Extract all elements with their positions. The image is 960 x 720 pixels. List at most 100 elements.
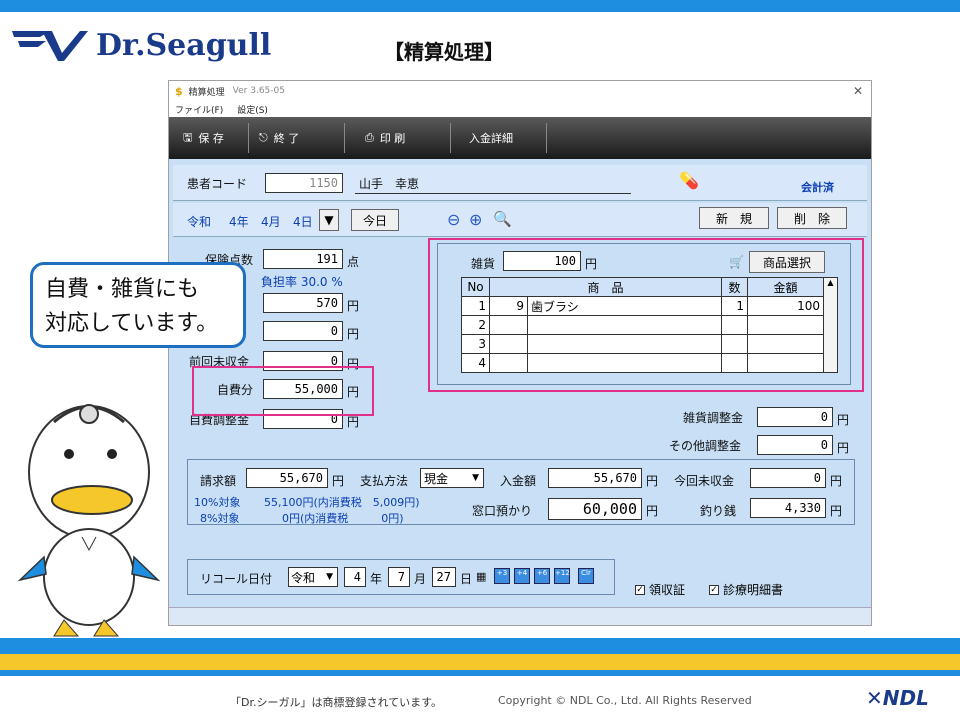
other-adjust-label: その他調整金 [669,439,742,453]
new-button[interactable]: 新 規 [699,207,769,229]
date-era: 令和 [187,215,212,229]
seagull-logo-icon [12,31,88,61]
yen-unit: 円 [646,504,659,518]
billing-panel: 請求額 55,670 円 支払方法 現金 ▼ 入金額 55,670 円 今回未収金… [187,459,855,525]
billed-field[interactable]: 55,670 [246,468,328,488]
print-button[interactable]: ⎙ 印 刷 [345,123,451,153]
status-bar [169,607,871,625]
goods-adjust-field[interactable]: 0 [757,407,833,427]
patient-name-underline [355,193,631,194]
tax8-label: 8%対象 [200,512,240,525]
exit-button[interactable]: ⎋ 終 了 [249,123,345,153]
amount1-field[interactable]: 570 [263,293,343,313]
change-label: 釣り銭 [700,504,737,518]
plus6-button[interactable]: +6 [534,568,550,584]
month-unit: 月 [414,572,427,586]
magnifier-icon[interactable]: 🔍 [493,210,512,228]
this-unpaid-field[interactable]: 0 [750,468,826,488]
received-field[interactable]: 55,670 [548,468,642,488]
today-button[interactable]: 今日 [351,209,399,231]
check-icon: ✓ [635,584,645,595]
footer-band-yellow [0,654,960,670]
logo-text: Dr.Seagull [96,27,272,63]
payment-detail-button[interactable]: 入金詳細 [451,123,547,153]
trademark-notice: 「Dr.シーガル」は商標登録されています。 [230,696,443,709]
deposit-label: 窓口預かり [472,504,533,518]
recall-year-field[interactable]: 4 [344,567,366,587]
yen-unit: 円 [837,441,850,455]
toolbar: 🖫 保 存 ⎋ 終 了 ⎙ 印 刷 入金詳細 [169,117,871,159]
recall-label: リコール日付 [200,572,273,586]
goods-highlight [428,238,864,392]
year-unit: 年 [370,572,383,586]
date-dropdown-button[interactable]: ▼ [319,209,339,231]
printer-icon: ⎙ [365,131,374,144]
pay-method-select[interactable]: 現金 ▼ [420,468,484,488]
seagull-mascot-icon [17,404,161,637]
chevron-down-icon: ▼ [324,213,334,227]
callout-line2: 対応しています。 [45,311,219,336]
delete-button[interactable]: 削 除 [777,207,847,229]
deposit-field[interactable]: 60,000 [548,498,642,520]
date-day: 4日 [293,215,313,229]
logo: Dr.Seagull [10,22,271,68]
other-adjust-field[interactable]: 0 [757,435,833,455]
recall-month-field[interactable]: 7 [388,567,410,587]
medicine-icon[interactable]: 💊 [679,171,699,190]
plus3-button[interactable]: +3 [494,568,510,584]
yen-unit: 円 [347,327,360,341]
exit-icon: ⎋ [259,131,268,144]
received-label: 入金額 [500,474,537,488]
plus12-button[interactable]: +12 [554,568,570,584]
status-badge: 会計済 [801,181,834,194]
yen-unit: 円 [646,474,659,488]
menu-file[interactable]: ファイル(F) [175,103,223,116]
app-dollar-icon: $ [175,84,183,98]
clear-button[interactable]: Clr [578,568,594,584]
recall-era-select[interactable]: 令和 ▼ [288,567,338,587]
save-icon: 🖫 [183,130,193,144]
calendar-icon[interactable]: ▦ [476,570,486,583]
patient-code-field[interactable]: 1150 [265,173,343,193]
burden-rate: 負担率 30.0 % [261,275,343,289]
chevron-down-icon: ▼ [472,473,479,483]
menubar: ファイル(F) 設定(S) [169,101,871,117]
slide-title: 【精算処理】 [384,40,504,64]
yen-unit: 円 [347,299,360,313]
recall-day-field[interactable]: 27 [432,567,456,587]
ndl-mark-icon: ✕ [866,686,883,710]
save-button[interactable]: 🖫 保 存 [173,123,249,153]
footer-band-blue-thin [0,670,960,676]
date-row: 令和 4年 4月 4日 ▼ 今日 ⊖ ⊕ 🔍 新 規 削 除 [173,203,867,237]
billed-label: 請求額 [200,474,237,488]
amount2-field[interactable]: 0 [263,321,343,341]
change-field[interactable]: 4,330 [750,498,826,518]
date-month: 4月 [261,215,281,229]
statement-checkbox[interactable]: ✓ 診療明細書 [709,581,783,598]
pay-method-label: 支払方法 [360,474,409,488]
prev-arrow-icon[interactable]: ⊖ [447,210,460,229]
menu-settings[interactable]: 設定(S) [237,103,268,116]
callout-line1: 自費・雑貨にも [45,277,200,302]
close-icon[interactable]: ✕ [853,84,863,98]
self-pay-highlight [192,366,374,416]
footer-band-blue [0,638,960,654]
ndl-logo: ✕NDL [866,686,929,710]
patient-code-label: 患者コード [187,177,248,191]
yen-unit: 円 [332,474,345,488]
goods-adjust-label: 雑貨調整金 [683,411,744,425]
window-title: 精算処理 [188,87,225,98]
window-version: Ver 3.65-05 [232,86,285,96]
plus4-button[interactable]: +4 [514,568,530,584]
tax10-value: 55,100円(内消費税 5,009円) [264,496,420,509]
insurance-points-field[interactable]: 191 [263,249,343,269]
check-icon: ✓ [709,584,719,595]
this-unpaid-label: 今回未収金 [674,474,735,488]
receipt-checkbox[interactable]: ✓ 領収証 [635,581,685,598]
patient-row: 患者コード 1150 山手 幸恵 💊 会計済 [173,165,867,201]
next-arrow-icon[interactable]: ⊕ [469,210,482,229]
callout-bubble: 自費・雑貨にも 対応しています。 [30,262,246,348]
tax8-value: 0円(内消費税 0円) [282,512,404,525]
yen-unit: 円 [837,413,850,427]
points-unit: 点 [347,255,360,269]
